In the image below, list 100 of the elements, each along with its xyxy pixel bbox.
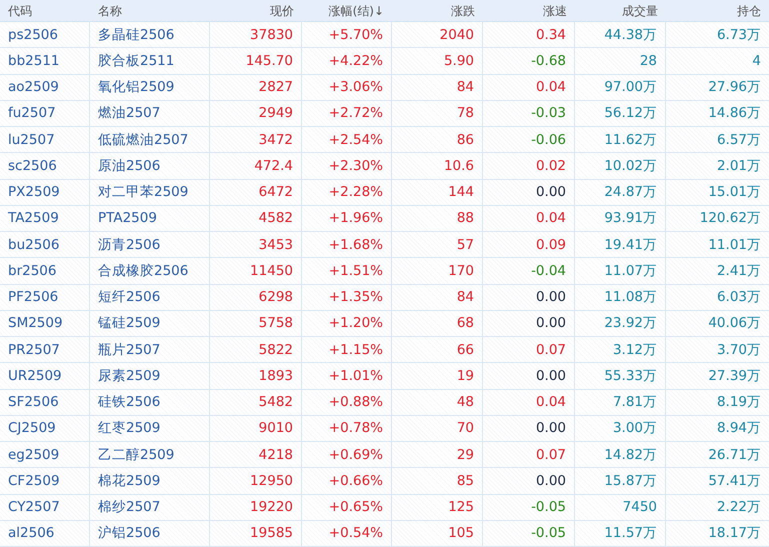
table-cell-text: 3.70万 xyxy=(716,340,762,360)
table-cell-text: 26.71万 xyxy=(707,446,762,464)
table-cell: 12950 xyxy=(210,468,302,494)
table-cell: 沪铝2506 xyxy=(90,520,210,546)
table-cell: 7450 xyxy=(575,494,666,520)
table-cell: 0.00 xyxy=(483,363,575,388)
table-cell: 4582 xyxy=(210,206,302,231)
table-cell: 19220 xyxy=(210,494,302,520)
table-cell: 55.33万 xyxy=(575,363,666,388)
table-cell: 68 xyxy=(392,310,483,336)
table-cell: 19 xyxy=(392,363,483,388)
table-cell-text: 27.39万 xyxy=(707,366,762,386)
table-cell-text: 40.06万 xyxy=(707,314,762,334)
table-cell: 84 xyxy=(392,284,483,310)
table-cell: 11.57万 xyxy=(575,520,666,546)
column-header[interactable]: 成交量 xyxy=(575,0,666,21)
table-cell: 硅铁2506 xyxy=(90,390,210,415)
table-cell: 19585 xyxy=(210,520,302,546)
table-cell: 66 xyxy=(392,337,483,362)
table-cell: +5.70% xyxy=(302,22,392,48)
table-cell: PTA2509 xyxy=(90,206,210,231)
table-cell: PR2507 xyxy=(0,337,90,362)
table-cell: PX2509 xyxy=(0,180,90,205)
table-cell: +2.72% xyxy=(302,100,392,126)
table-cell: 5.90 xyxy=(392,48,483,74)
table-cell: 锰硅2509 xyxy=(90,310,210,336)
column-header[interactable]: 涨速 xyxy=(483,0,575,21)
table-cell: -0.03 xyxy=(483,100,575,126)
table-cell: +1.01% xyxy=(302,363,392,388)
table-cell: bu2506 xyxy=(0,232,90,258)
table-cell: +0.69% xyxy=(302,442,392,468)
table-cell: 对二甲苯2509 xyxy=(90,180,210,205)
table-cell-text: 15.01万 xyxy=(707,183,762,202)
table-cell-text: 120.62万 xyxy=(698,209,762,228)
table-cell: 5758 xyxy=(210,310,302,336)
table-cell: 原油2506 xyxy=(90,153,210,178)
table-cell: 0.00 xyxy=(483,468,575,494)
table-cell-text: 6.03万 xyxy=(716,288,762,307)
table-cell: 0.09 xyxy=(483,232,575,258)
table-cell: +1.35% xyxy=(302,284,392,310)
table-cell: sc2506 xyxy=(0,153,90,178)
column-header[interactable]: 持仓 xyxy=(666,0,769,21)
table-cell: 短纤2506 xyxy=(90,284,210,310)
table-cell: eg2509 xyxy=(0,442,90,468)
table-cell-text: 11.01万 xyxy=(707,236,762,254)
table-cell-text: 4 xyxy=(751,52,762,71)
table-cell: +4.22% xyxy=(302,48,392,74)
table-cell: 3453 xyxy=(210,232,302,258)
table-cell: 28 xyxy=(575,48,666,74)
table-cell: bb2511 xyxy=(0,48,90,74)
table-cell: 0.00 xyxy=(483,180,575,205)
table-cell: 瓶片2507 xyxy=(90,337,210,362)
table-cell-text: 18.17万 xyxy=(707,524,762,544)
table-cell: 85 xyxy=(392,468,483,494)
table-cell: 2040 xyxy=(392,22,483,48)
table-cell: 78 xyxy=(392,100,483,126)
table-cell: +2.54% xyxy=(302,127,392,152)
table-cell: 105 xyxy=(392,520,483,546)
table-cell: 6472 xyxy=(210,180,302,205)
table-cell-text: 2.01万 xyxy=(716,156,762,176)
table-cell: +0.54% xyxy=(302,520,392,546)
column-header[interactable]: 涨幅(结)↓ xyxy=(302,0,392,21)
table-cell: 尿素2509 xyxy=(90,363,210,388)
table-cell: 3472 xyxy=(210,127,302,152)
table-cell: 29 xyxy=(392,442,483,468)
column-header[interactable]: 涨跌 xyxy=(392,0,483,21)
table-cell-text: 2.22万 xyxy=(716,498,762,517)
table-cell: 3.12万 xyxy=(575,337,666,362)
column-header[interactable]: 现价 xyxy=(210,0,302,21)
table-cell: 11.62万 xyxy=(575,127,666,152)
table-cell-text: 2.41万 xyxy=(716,262,762,281)
table-cell: 19.41万 xyxy=(575,232,666,258)
column-header[interactable]: 名称 xyxy=(90,0,210,21)
table-cell: +0.88% xyxy=(302,390,392,415)
table-cell: 2827 xyxy=(210,74,302,100)
table-cell: 9010 xyxy=(210,416,302,441)
table-cell: 0.00 xyxy=(483,310,575,336)
table-cell: 14.82万 xyxy=(575,442,666,468)
table-cell: 0.04 xyxy=(483,206,575,231)
table-cell: 86 xyxy=(392,127,483,152)
table-cell: br2506 xyxy=(0,258,90,284)
table-cell: 棉花2509 xyxy=(90,468,210,494)
column-header[interactable]: 代码 xyxy=(0,0,90,21)
table-cell: +0.66% xyxy=(302,468,392,494)
table-cell: 0.07 xyxy=(483,337,575,362)
table-cell: 10.6 xyxy=(392,153,483,178)
table-cell: 5822 xyxy=(210,337,302,362)
table-cell: 3.00万 xyxy=(575,416,666,441)
table-cell: 0.04 xyxy=(483,74,575,100)
table-cell-text: 6.57万 xyxy=(716,130,762,150)
table-cell-text: 8.94万 xyxy=(716,419,762,438)
table-cell: 棉纱2507 xyxy=(90,494,210,520)
table-cell-text: 27.96万 xyxy=(707,78,762,97)
table-cell: +3.06% xyxy=(302,74,392,100)
table-cell: -0.04 xyxy=(483,258,575,284)
table-cell: CJ2509 xyxy=(0,416,90,441)
table-cell: 11.08万 xyxy=(575,284,666,310)
table-cell: CY2507 xyxy=(0,494,90,520)
table-cell: 11450 xyxy=(210,258,302,284)
table-cell: 15.87万 xyxy=(575,468,666,494)
